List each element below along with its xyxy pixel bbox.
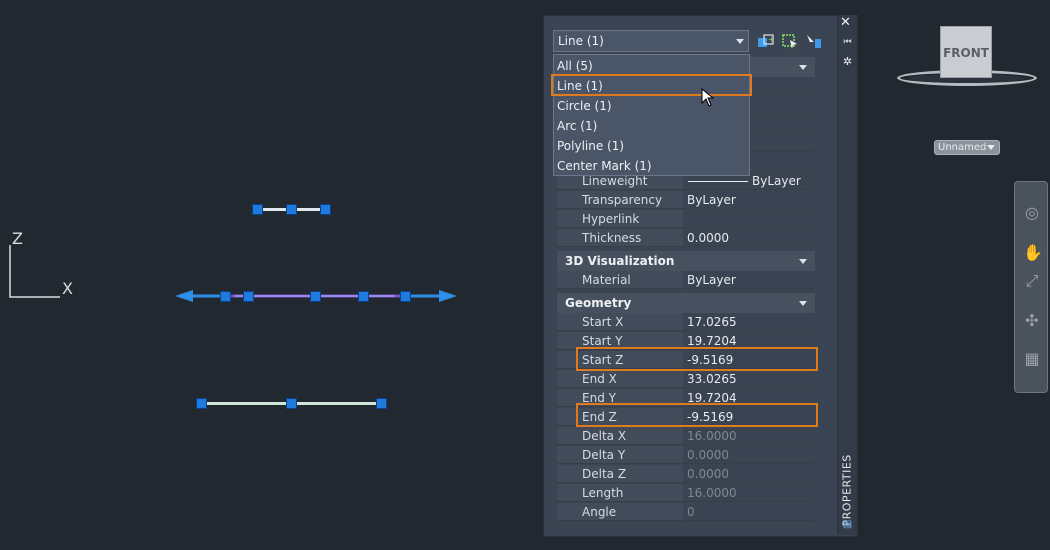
- steering-wheel-icon[interactable]: ◎: [1023, 204, 1041, 222]
- dropdown-option[interactable]: Circle (1): [557, 96, 747, 116]
- prop-value[interactable]: ByLayer: [684, 191, 815, 209]
- grip-handle[interactable]: [358, 291, 369, 302]
- prop-row-material[interactable]: Material ByLayer: [557, 271, 815, 290]
- auto-hide-icon[interactable]: ⏮: [841, 36, 854, 49]
- general-rows: Lineweight ByLayer Transparency ByLayer …: [557, 172, 815, 249]
- svg-text:+: +: [768, 35, 775, 44]
- line-entity-bottom[interactable]: [196, 398, 390, 410]
- prop-row-transparency[interactable]: Transparency ByLayer: [557, 191, 815, 210]
- ucs-x-label: X: [62, 279, 73, 298]
- orbit-icon[interactable]: ✣: [1023, 312, 1041, 330]
- prop-name: Angle: [557, 503, 683, 521]
- ucs-z-label: Z: [12, 229, 23, 248]
- selection-dropdown-list[interactable]: All (5) Line (1) Circle (1) Arc (1) Poly…: [553, 54, 750, 176]
- selection-dropdown[interactable]: Line (1): [553, 30, 749, 52]
- prop-name: Transparency: [557, 191, 683, 209]
- prop-row-angle: Angle 0: [557, 503, 815, 522]
- close-icon[interactable]: ✕: [840, 16, 852, 29]
- line-entity-selected[interactable]: [175, 288, 460, 304]
- ucs-name: Unnamed: [938, 142, 987, 153]
- chevron-down-icon: [799, 301, 807, 306]
- select-objects-icon[interactable]: [781, 33, 799, 49]
- grip-handle[interactable]: [220, 291, 231, 302]
- grip-handle[interactable]: [376, 398, 387, 409]
- dropdown-option[interactable]: All (5): [557, 56, 747, 76]
- grip-handle[interactable]: [310, 291, 321, 302]
- prop-value[interactable]: ByLayer: [684, 271, 815, 289]
- category-geometry[interactable]: Geometry: [557, 293, 815, 313]
- highlight-start-z: [576, 347, 818, 371]
- prop-value: 16.0000: [684, 427, 815, 445]
- chevron-down-icon: [799, 259, 807, 264]
- highlight-end-z: [576, 403, 818, 427]
- prop-row-end-x[interactable]: End X 33.0265: [557, 370, 815, 389]
- prop-value: 0: [684, 503, 815, 521]
- viewcube[interactable]: FRONT: [940, 26, 992, 78]
- showmotion-icon[interactable]: ▦: [1023, 350, 1041, 368]
- prop-row-delta-y: Delta Y 0.0000: [557, 446, 815, 465]
- pan-icon[interactable]: ✋: [1023, 244, 1043, 262]
- grip-handle[interactable]: [400, 291, 411, 302]
- prop-name: Delta X: [557, 427, 683, 445]
- prop-value[interactable]: 17.0265: [684, 313, 815, 331]
- prop-name: Delta Z: [557, 465, 683, 483]
- zoom-icon[interactable]: ⤢: [1023, 272, 1041, 290]
- grip-handle[interactable]: [320, 204, 331, 215]
- category-3d-visualization[interactable]: 3D Visualization: [557, 251, 815, 271]
- dropdown-option[interactable]: Arc (1): [557, 116, 747, 136]
- prop-name: End X: [557, 370, 683, 388]
- chevron-down-icon: [799, 65, 807, 70]
- category-label: 3D Visualization: [565, 254, 675, 268]
- category-label: Geometry: [565, 296, 632, 310]
- palette-title: PROPERTIES: [840, 454, 854, 527]
- prop-name: Start X: [557, 313, 683, 331]
- palette-title-strip[interactable]: ⏮ ✲ PROPERTIES ▤: [837, 15, 857, 535]
- dropdown-option[interactable]: Center Mark (1): [557, 156, 747, 176]
- grip-handle[interactable]: [252, 204, 263, 215]
- prop-value[interactable]: 0.0000: [684, 229, 815, 247]
- grip-handle[interactable]: [243, 291, 254, 302]
- ucs-menu-dropdown[interactable]: Unnamed: [934, 140, 1000, 155]
- prop-row-hyperlink[interactable]: Hyperlink: [557, 210, 815, 229]
- settings-icon[interactable]: ✲: [841, 55, 854, 68]
- prop-name: Material: [557, 271, 683, 289]
- prop-name: Hyperlink: [557, 210, 683, 228]
- 3d-rows: Material ByLayer: [557, 271, 815, 290]
- prop-name: Thickness: [557, 229, 683, 247]
- cursor-icon: [701, 87, 715, 108]
- quick-select-icon[interactable]: [805, 33, 823, 49]
- prop-row-delta-z: Delta Z 0.0000: [557, 465, 815, 484]
- lineweight-sample: [688, 181, 748, 182]
- chevron-down-icon: [987, 145, 995, 150]
- grip-handle[interactable]: [196, 398, 207, 409]
- prop-value[interactable]: [684, 210, 815, 228]
- prop-value: 16.0000: [684, 484, 815, 502]
- dropdown-option[interactable]: Polyline (1): [557, 136, 747, 156]
- navigation-bar: ◎ ✋ ⤢ ✣ ▦: [1014, 181, 1048, 393]
- palette-grip-icon[interactable]: ▤: [841, 518, 854, 531]
- line-entity-top[interactable]: [252, 204, 332, 216]
- prop-value: 0.0000: [684, 465, 815, 483]
- prop-row-delta-x: Delta X 16.0000: [557, 427, 815, 446]
- grip-handle[interactable]: [286, 204, 297, 215]
- ucs-icon: Z X: [0, 225, 90, 305]
- prop-row-length: Length 16.0000: [557, 484, 815, 503]
- selection-value: Line (1): [558, 34, 604, 48]
- chevron-down-icon: [736, 39, 744, 44]
- grip-handle[interactable]: [286, 398, 297, 409]
- prop-row-thickness[interactable]: Thickness 0.0000: [557, 229, 815, 248]
- prop-value[interactable]: 33.0265: [684, 370, 815, 388]
- prop-row-start-x[interactable]: Start X 17.0265: [557, 313, 815, 332]
- prop-name: Delta Y: [557, 446, 683, 464]
- toggle-pickadd-icon[interactable]: +: [757, 33, 775, 49]
- prop-value: 0.0000: [684, 446, 815, 464]
- highlight-line-option: [551, 74, 752, 96]
- prop-name: Length: [557, 484, 683, 502]
